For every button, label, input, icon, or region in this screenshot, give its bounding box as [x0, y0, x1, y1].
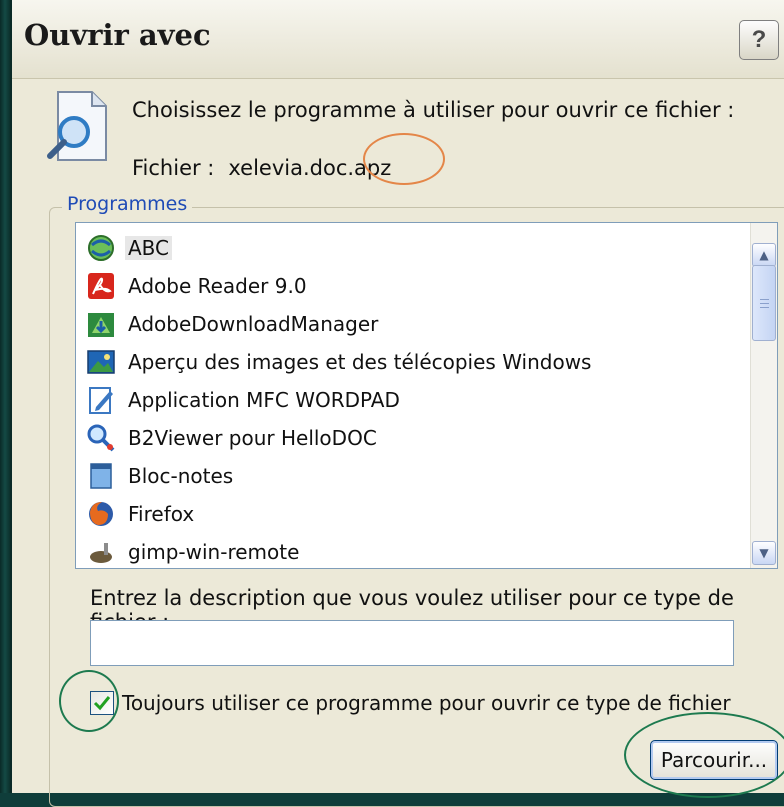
scroll-up-button[interactable]: ▲ [752, 243, 776, 267]
firefox-icon [89, 502, 113, 526]
abc-icon [88, 235, 114, 261]
list-item-b2viewer[interactable]: B2Viewer pour HelloDOC [86, 421, 377, 455]
list-item-adobe-reader[interactable]: Adobe Reader 9.0 [86, 269, 307, 303]
list-item-wordpad[interactable]: Application MFC WORDPAD [86, 383, 400, 417]
list-item-label: ABC [125, 236, 173, 260]
list-item-label: Application MFC WORDPAD [128, 388, 400, 412]
file-info: Fichier : xelevia.doc.apz [132, 156, 391, 180]
file-search-icon [47, 91, 107, 161]
gimp-icon [90, 543, 112, 563]
programs-list[interactable]: ABC Adobe Reader 9.0 AdobeDownloadManage… [75, 222, 778, 569]
annotation-circle-checkbox [59, 670, 119, 732]
list-item-label: B2Viewer pour HelloDOC [128, 426, 377, 450]
image-viewer-icon [87, 350, 115, 374]
description-input[interactable] [90, 620, 734, 666]
list-item-firefox[interactable]: Firefox [86, 497, 194, 531]
instruction-text: Choisissez le programme à utiliser pour … [132, 98, 735, 122]
adobe-download-manager-icon [88, 313, 114, 337]
list-item-label: Aperçu des images et des télécopies Wind… [128, 350, 592, 374]
list-item-adobe-download-manager[interactable]: AdobeDownloadManager [86, 307, 378, 341]
list-item-abc[interactable]: ABC [86, 231, 173, 265]
file-label: Fichier : [132, 156, 215, 180]
help-button[interactable]: ? [739, 20, 779, 60]
list-item-notepad[interactable]: Bloc-notes [86, 459, 233, 493]
window-title: Ouvrir avec [24, 18, 211, 52]
list-item-label: gimp-win-remote [128, 540, 300, 564]
adobe-reader-icon [88, 273, 114, 299]
notepad-icon [90, 463, 112, 489]
scroll-thumb[interactable] [752, 265, 776, 341]
always-use-label: Toujours utiliser ce programme pour ouvr… [122, 691, 731, 715]
list-item-image-viewer[interactable]: Aperçu des images et des télécopies Wind… [86, 345, 591, 379]
always-use-option[interactable]: Toujours utiliser ce programme pour ouvr… [90, 688, 731, 718]
annotation-circle-extension [363, 133, 445, 185]
list-item-label: Adobe Reader 9.0 [128, 274, 307, 298]
list-item-label: Firefox [128, 502, 195, 526]
list-item-label: Bloc-notes [128, 464, 234, 488]
programs-group-label: Programmes [62, 193, 193, 215]
wordpad-icon [89, 387, 113, 414]
open-with-dialog: Ouvrir avec ? Choisissez le programme à … [10, 0, 784, 807]
list-scrollbar[interactable]: ▲ ▼ [750, 223, 777, 568]
desktop-background [0, 0, 10, 793]
title-bar[interactable]: Ouvrir avec ? [12, 0, 784, 79]
scroll-down-button[interactable]: ▼ [752, 541, 776, 565]
list-item-label: AdobeDownloadManager [128, 312, 379, 336]
list-item-gimp[interactable]: gimp-win-remote [86, 535, 300, 568]
b2viewer-icon [87, 424, 115, 452]
annotation-circle-browse [624, 712, 784, 798]
